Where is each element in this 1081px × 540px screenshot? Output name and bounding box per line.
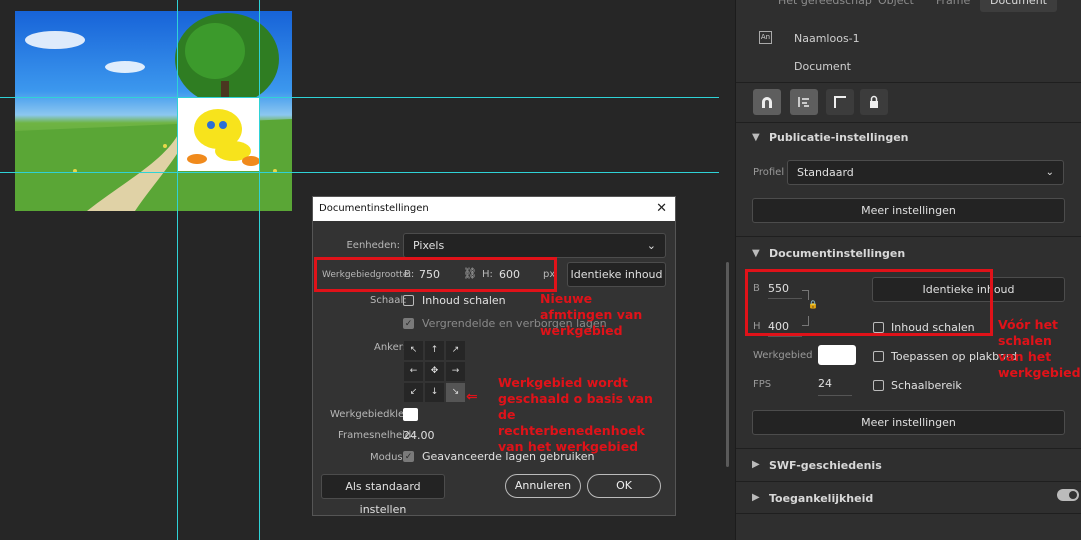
tab-gereedschap[interactable]: Het gereedschap bbox=[768, 0, 882, 12]
profiel-label: Profiel bbox=[753, 167, 785, 178]
docinst-meer-button[interactable]: Meer instellingen bbox=[752, 410, 1065, 435]
eenheden-select[interactable]: Pixels ⌄ bbox=[403, 233, 666, 258]
eenheden-label: Eenheden: bbox=[346, 240, 400, 251]
schaalbereik-checkbox[interactable] bbox=[873, 380, 884, 391]
annotation-box-new-size bbox=[314, 257, 557, 292]
fps-value[interactable]: 24 bbox=[818, 377, 832, 390]
guide-horizontal-2[interactable] bbox=[0, 172, 719, 173]
vergrendelde-checkbox[interactable]: ✓ bbox=[403, 318, 414, 329]
annotation-anchor-text: Werkgebied wordt geschaald o basis van d… bbox=[498, 375, 653, 454]
eenheden-value: Pixels bbox=[413, 239, 445, 252]
anchor-arrow-icon: ↙ bbox=[404, 383, 423, 402]
section-toegankelijkheid-title[interactable]: Toegankelijkheid bbox=[769, 492, 873, 505]
schaal-label: Schaal: bbox=[370, 295, 407, 306]
anchor-selected-icon: ↘ bbox=[446, 383, 465, 402]
anker-label: Anker: bbox=[374, 342, 407, 353]
tab-document[interactable]: Document bbox=[980, 0, 1057, 12]
dialog-inhoud-schalen-label: Inhoud schalen bbox=[422, 294, 506, 307]
arrow-left-icon: ⇐ bbox=[466, 389, 478, 405]
ruler-button[interactable] bbox=[826, 89, 854, 115]
anchor-grid[interactable]: ↖ ↑ ↗ ← ✥ → ↙ ↓ ↘ bbox=[403, 340, 466, 403]
snap-magnet-button[interactable] bbox=[753, 89, 781, 115]
schaalbereik-label: Schaalbereik bbox=[891, 379, 962, 392]
ok-button[interactable]: OK bbox=[587, 474, 661, 498]
dialog-color-swatch[interactable] bbox=[403, 408, 418, 421]
section-publicatie-title[interactable]: Publicatie-instellingen bbox=[769, 131, 908, 144]
guide-vertical-1[interactable] bbox=[177, 0, 178, 540]
annuleren-button[interactable]: Annuleren bbox=[505, 474, 581, 498]
landscape-illustration bbox=[15, 13, 292, 211]
anchor-arrow-icon: ✥ bbox=[425, 362, 444, 381]
werkgebied-label: Werkgebied bbox=[753, 350, 813, 361]
document-name: Naamloos-1 bbox=[794, 32, 860, 45]
publicatie-meer-button[interactable]: Meer instellingen bbox=[752, 198, 1065, 223]
guide-horizontal-1[interactable] bbox=[0, 97, 719, 98]
align-button[interactable] bbox=[790, 89, 818, 115]
anchor-arrow-icon: ↑ bbox=[425, 341, 444, 360]
als-standaard-button[interactable]: Als standaard instellen bbox=[321, 474, 445, 516]
animate-doc-icon: An bbox=[759, 31, 772, 44]
profiel-value: Standaard bbox=[797, 166, 854, 179]
anchor-arrow-icon: → bbox=[446, 362, 465, 381]
magnet-icon bbox=[762, 97, 772, 108]
tab-object[interactable]: Object bbox=[868, 0, 924, 12]
fps-label: FPS bbox=[753, 379, 772, 390]
lock-button[interactable] bbox=[860, 89, 888, 115]
chevron-down-icon[interactable]: ▼ bbox=[752, 248, 760, 259]
modus-label: Modus: bbox=[370, 452, 407, 463]
toegankelijkheid-toggle[interactable] bbox=[1057, 489, 1079, 501]
section-swf-title[interactable]: SWF-geschiedenis bbox=[769, 459, 882, 472]
document-settings-dialog: Documentinstellingen ✕ Eenheden: Pixels … bbox=[312, 196, 676, 516]
chevron-down-icon: ⌄ bbox=[1045, 167, 1054, 178]
anchor-arrow-icon: ↖ bbox=[404, 341, 423, 360]
modus-checkbox[interactable]: ✓ bbox=[403, 451, 414, 462]
chevron-down-icon: ⌄ bbox=[646, 239, 656, 252]
werkgebied-color-swatch[interactable] bbox=[818, 345, 856, 365]
document-type: Document bbox=[794, 60, 851, 73]
section-documentinstellingen-title[interactable]: Documentinstellingen bbox=[769, 247, 905, 260]
plakbord-checkbox[interactable] bbox=[873, 351, 884, 362]
lock-icon bbox=[870, 95, 878, 108]
stage-scrollbar[interactable] bbox=[726, 262, 729, 467]
close-icon[interactable]: ✕ bbox=[656, 201, 667, 216]
annotation-new-size-text: Nieuwe afmtingen van werkgebied bbox=[540, 291, 643, 338]
align-icon bbox=[798, 97, 809, 107]
annotation-box-before bbox=[745, 269, 993, 336]
tab-frame[interactable]: Frame bbox=[926, 0, 980, 12]
ruler-corner-icon bbox=[834, 96, 846, 108]
dialog-identieke-button[interactable]: Identieke inhoud bbox=[567, 262, 666, 287]
annotation-before-text: Vóór het schalen van het werkgebied bbox=[998, 317, 1081, 380]
profiel-select[interactable]: Standaard ⌄ bbox=[787, 160, 1064, 185]
stage-image bbox=[15, 11, 292, 211]
guide-vertical-2[interactable] bbox=[259, 0, 260, 540]
dialog-title: Documentinstellingen bbox=[313, 197, 675, 221]
framesnelheid-value[interactable]: 24.00 bbox=[403, 429, 435, 442]
chevron-right-icon[interactable]: ▶ bbox=[752, 492, 760, 503]
anchor-arrow-icon: ↓ bbox=[425, 383, 444, 402]
chevron-down-icon[interactable]: ▼ bbox=[752, 132, 760, 143]
chevron-right-icon[interactable]: ▶ bbox=[752, 459, 760, 470]
anchor-arrow-icon: ↗ bbox=[446, 341, 465, 360]
anchor-arrow-icon: ← bbox=[404, 362, 423, 381]
dialog-inhoud-schalen-checkbox[interactable] bbox=[403, 295, 414, 306]
